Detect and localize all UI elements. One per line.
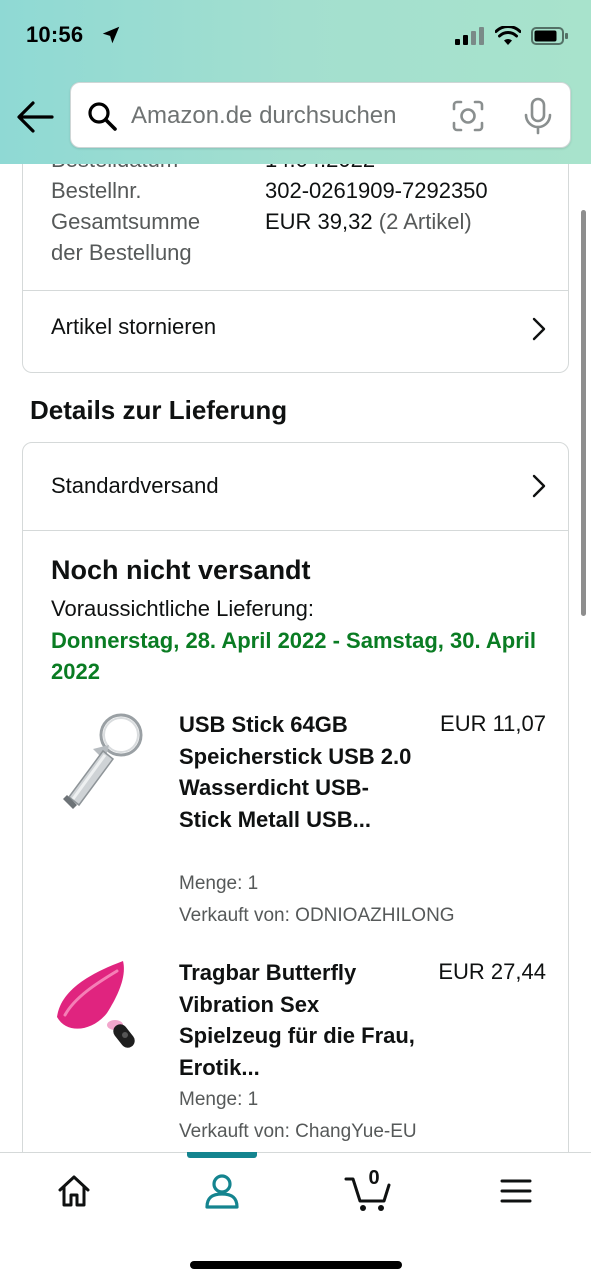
chevron-right-icon[interactable] bbox=[530, 473, 548, 499]
microphone-icon[interactable] bbox=[521, 97, 555, 135]
location-arrow-icon bbox=[102, 26, 120, 44]
home-indicator bbox=[190, 1261, 402, 1269]
order-number-label: Bestellnr. bbox=[51, 178, 142, 203]
menu-icon[interactable] bbox=[500, 1177, 532, 1205]
eta-label: Voraussichtliche Lieferung: bbox=[51, 596, 314, 621]
eta-date: Donnerstag, 28. April 2022 - Samstag, 30… bbox=[51, 628, 536, 684]
order-total-value: EUR 39,32 (2 Artikel) bbox=[265, 206, 472, 237]
status-time: 10:56 bbox=[26, 22, 84, 47]
order-total-count: (2 Artikel) bbox=[378, 209, 472, 234]
home-icon[interactable] bbox=[56, 1173, 92, 1209]
back-arrow-icon[interactable] bbox=[16, 100, 54, 134]
item-price: EUR 11,07 bbox=[440, 711, 546, 736]
divider bbox=[23, 530, 568, 531]
shipping-method-link[interactable]: Standardversand bbox=[51, 473, 219, 499]
camera-scan-icon[interactable] bbox=[451, 99, 485, 133]
item-price: EUR 27,44 bbox=[438, 959, 546, 984]
battery-icon bbox=[531, 27, 568, 45]
header: 10:56 bbox=[0, 0, 591, 164]
scrollbar[interactable] bbox=[581, 210, 586, 616]
active-tab-indicator bbox=[187, 1152, 257, 1158]
status-icons bbox=[455, 26, 569, 46]
order-total-label-line1: Gesamtsumme bbox=[51, 209, 201, 234]
cancel-items-link[interactable]: Artikel stornieren bbox=[51, 314, 216, 340]
butterfly-vibrator-product-image[interactable] bbox=[47, 957, 151, 1061]
delivery-card: Standardversand Noch nicht versandt Vora… bbox=[22, 442, 569, 1202]
order-total-label-line2: der Bestellung bbox=[51, 240, 192, 265]
delivery-section-title: Details zur Lieferung bbox=[30, 395, 288, 425]
search-input[interactable] bbox=[131, 101, 421, 131]
item-title[interactable]: USB Stick 64GB Speicherstick USB 2.0 Was… bbox=[179, 709, 415, 835]
bottom-nav: 0 bbox=[0, 1152, 591, 1280]
search-icon bbox=[88, 102, 117, 131]
signal-icon bbox=[455, 27, 484, 45]
cart-count: 0 bbox=[368, 1167, 380, 1189]
usb-stick-product-image[interactable] bbox=[47, 709, 151, 813]
item-seller: Verkauft von: ODNIOAZHILONG bbox=[179, 905, 455, 926]
divider bbox=[23, 290, 568, 291]
item-title[interactable]: Tragbar Butterfly Vibration Sex Spielzeu… bbox=[179, 957, 415, 1083]
item-quantity: Menge: 1 bbox=[179, 1089, 259, 1110]
item-seller: Verkauft von: ChangYue-EU bbox=[179, 1121, 417, 1142]
search-box[interactable] bbox=[70, 82, 571, 148]
order-total-amount: EUR 39,32 bbox=[265, 209, 373, 234]
wifi-icon bbox=[495, 26, 521, 45]
order-number-value: 302-0261909-7292350 bbox=[265, 178, 488, 203]
item-quantity: Menge: 1 bbox=[179, 873, 259, 894]
chevron-right-icon[interactable] bbox=[530, 316, 548, 342]
account-icon[interactable] bbox=[204, 1173, 240, 1211]
shipment-status-title: Noch nicht versandt bbox=[51, 555, 311, 585]
